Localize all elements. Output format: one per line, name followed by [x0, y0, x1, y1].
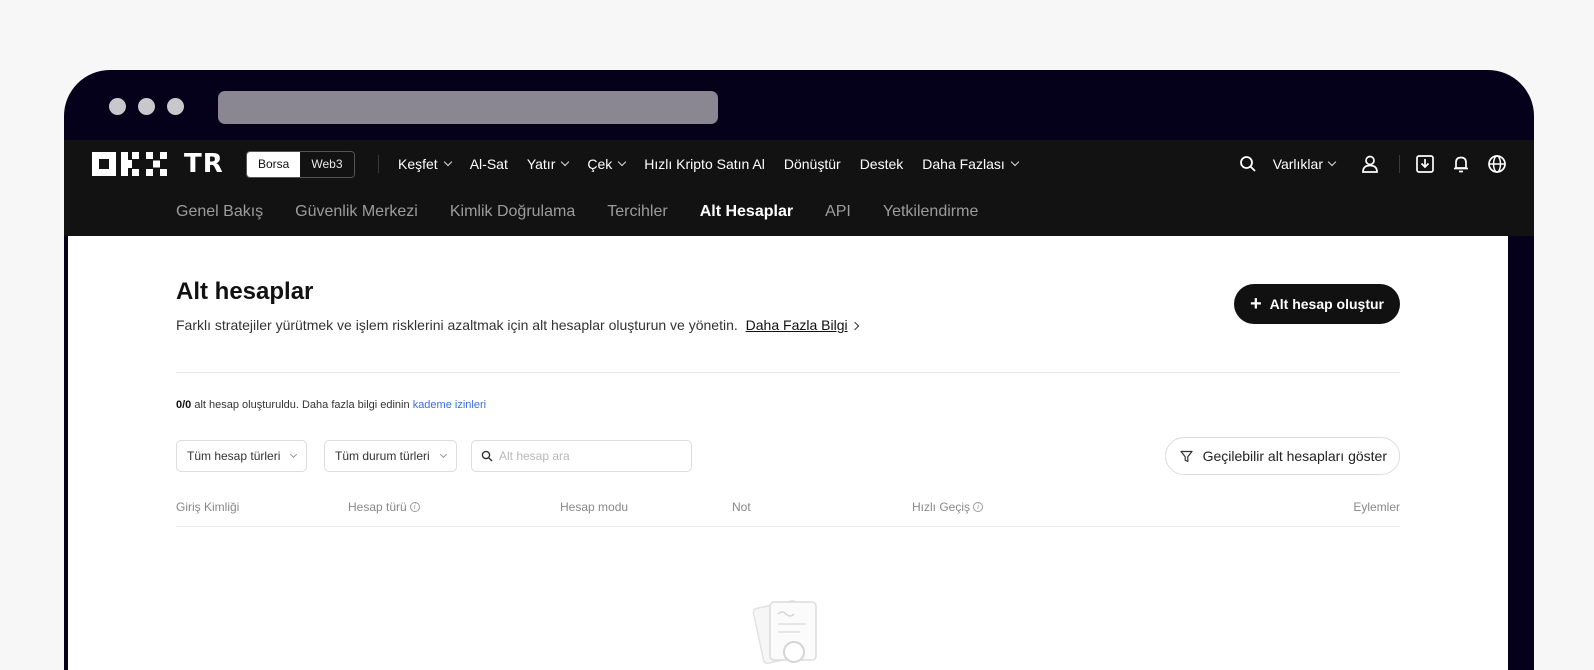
column-header-account-type: Hesap türü i [348, 500, 420, 514]
chevron-down-icon [290, 450, 298, 459]
nav-link-hizli-kripto[interactable]: Hızlı Kripto Satın Al [644, 156, 765, 172]
top-right-actions: Varlıklar [1237, 140, 1508, 188]
status-type-filter[interactable]: Tüm durum türleri [324, 440, 457, 472]
subnav-item-yetkilendirme[interactable]: Yetkilendirme [883, 203, 978, 221]
address-bar[interactable] [218, 91, 718, 124]
subnav-item-guvenlik-merkezi[interactable]: Güvenlik Merkezi [295, 203, 418, 221]
nav-link-donustur[interactable]: Dönüştür [784, 156, 841, 172]
chevron-down-icon [1010, 157, 1019, 167]
chevron-down-icon [618, 157, 627, 167]
mode-option-borsa[interactable]: Borsa [247, 152, 301, 177]
create-subaccount-button[interactable]: + Alt hesap oluştur [1233, 284, 1400, 324]
browser-window: TR Borsa Web3 Keşfet Al-Sat Yatır Çek Hı… [64, 70, 1534, 670]
notification-bell-icon[interactable] [1450, 153, 1472, 175]
show-switchable-subaccounts-button[interactable]: Geçilebilir alt hesapları göster [1164, 437, 1400, 475]
subnav-item-alt-hesaplar[interactable]: Alt Hesaplar [700, 203, 793, 221]
chevron-right-icon [850, 321, 859, 331]
logo-region-text: TR [184, 149, 224, 179]
globe-language-icon[interactable] [1486, 153, 1508, 175]
chevron-down-icon [439, 450, 447, 459]
filter-funnel-icon [1179, 450, 1193, 462]
subaccount-search [471, 440, 692, 472]
mode-option-web3[interactable]: Web3 [300, 152, 354, 177]
plus-icon: + [1249, 293, 1262, 315]
table-header-divider [176, 526, 1400, 527]
assets-menu[interactable]: Varlıklar [1273, 156, 1337, 172]
download-app-icon[interactable] [1414, 153, 1436, 175]
browser-titlebar [64, 70, 1534, 140]
subaccount-count-info: 0/0 alt hesap oluşturuldu. Daha fazla bi… [176, 399, 487, 411]
chevron-down-icon [443, 157, 452, 167]
screenshot-background: TR Borsa Web3 Keşfet Al-Sat Yatır Çek Hı… [0, 0, 1594, 670]
nav-divider [378, 155, 379, 173]
info-icon[interactable]: i [973, 502, 984, 512]
tier-permissions-link[interactable]: kademe izinleri [413, 399, 486, 411]
learn-more-link[interactable]: Daha Fazla Bilgi [746, 317, 848, 333]
subnav-item-api[interactable]: API [825, 203, 851, 221]
nav-link-yatir[interactable]: Yatır [527, 156, 570, 172]
top-navigation: TR Borsa Web3 Keşfet Al-Sat Yatır Çek Hı… [64, 140, 1534, 188]
info-icon[interactable]: i [409, 502, 420, 512]
nav-link-cek[interactable]: Çek [587, 156, 627, 172]
subnav-item-tercihler[interactable]: Tercihler [607, 203, 667, 221]
column-header-note: Not [732, 500, 751, 514]
page-title: Alt hesaplar [176, 278, 314, 305]
user-profile-icon[interactable] [1359, 153, 1381, 175]
chevron-down-icon [561, 157, 570, 167]
window-close-dot[interactable] [109, 98, 126, 115]
okx-logo[interactable]: TR [92, 149, 224, 179]
nav-link-daha-fazlasi[interactable]: Daha Fazlası [922, 156, 1019, 172]
chevron-down-icon [1327, 157, 1337, 167]
okx-logo-icon [92, 152, 167, 176]
column-header-login-id: Giriş Kimliği [176, 500, 240, 514]
section-divider [176, 372, 1400, 373]
subnav-item-kimlik-dogrulama[interactable]: Kimlik Doğrulama [450, 203, 575, 221]
exchange-web3-switch: Borsa Web3 [246, 151, 355, 178]
account-sub-navigation: Genel Bakış Güvenlik Merkezi Kimlik Doğr… [64, 188, 1534, 236]
nav-divider [1399, 155, 1400, 173]
column-header-quick-switch: Hızlı Geçiş i [912, 500, 984, 514]
account-type-filter[interactable]: Tüm hesap türleri [176, 440, 308, 472]
column-header-account-mode: Hesap modu [560, 500, 629, 514]
empty-state-document-icon [752, 600, 817, 664]
table-header: Giriş Kimliği Hesap türü i Hesap modu Not… [176, 498, 1400, 526]
subaccount-search-input[interactable] [499, 449, 679, 463]
subnav-item-genel-bakis[interactable]: Genel Bakış [176, 203, 263, 221]
subaccount-count-value: 0/0 [176, 399, 192, 411]
window-maximize-dot[interactable] [167, 98, 184, 115]
column-header-actions: Eylemler [1353, 500, 1400, 514]
nav-link-al-sat[interactable]: Al-Sat [470, 156, 508, 172]
subaccounts-page: Alt hesaplar Farklı stratejiler yürütmek… [68, 236, 1508, 670]
window-minimize-dot[interactable] [138, 98, 155, 115]
subnav-items: Genel Bakış Güvenlik Merkezi Kimlik Doğr… [176, 188, 978, 236]
page-description: Farklı stratejiler yürütmek ve işlem ris… [176, 317, 859, 333]
main-nav-links: Keşfet Al-Sat Yatır Çek Hızlı Kripto Sat… [398, 140, 1019, 188]
nav-link-kesfet[interactable]: Keşfet [398, 156, 452, 172]
search-icon [481, 450, 493, 462]
nav-link-destek[interactable]: Destek [860, 156, 904, 172]
search-icon[interactable] [1237, 153, 1259, 175]
